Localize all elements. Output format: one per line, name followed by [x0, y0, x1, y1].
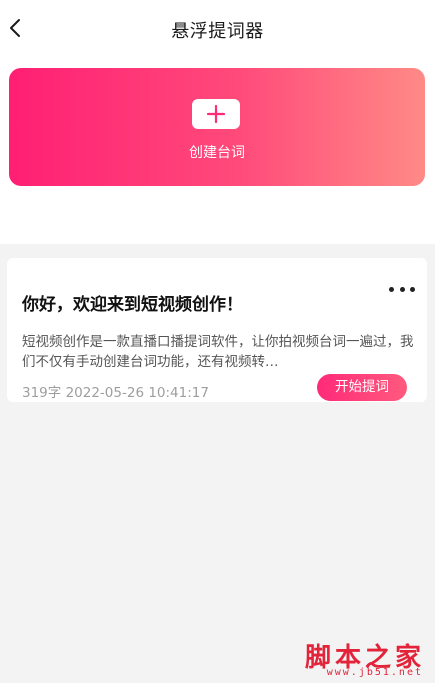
plus-icon-box — [192, 99, 240, 129]
more-horizontal-icon — [410, 286, 415, 292]
watermark-url: www.jb51.net — [326, 667, 423, 678]
more-horizontal-icon — [389, 286, 394, 292]
script-description: 短视频创作是一款直播口播提词软件，让你拍视频台词一遍过，我们不仅有手动创建台词功… — [22, 334, 414, 370]
plus-icon — [206, 104, 226, 124]
more-horizontal-icon — [399, 286, 405, 292]
more-options-button[interactable] — [389, 282, 415, 296]
page-title: 悬浮提词器 — [171, 21, 264, 42]
app-screen: 悬浮提词器 创建台词 你好，欢迎来到短视频创作！ 短视频创作是一款直播口播提词软… — [0, 0, 435, 683]
script-list: 你好，欢迎来到短视频创作！ 短视频创作是一款直播口播提词软件，让你拍视频台词一遍… — [0, 244, 435, 683]
script-card[interactable]: 你好，欢迎来到短视频创作！ 短视频创作是一款直播口播提词软件，让你拍视频台词一遍… — [7, 258, 427, 402]
word-count: 319字 — [22, 385, 62, 401]
timestamp: 2022-05-26 10:41:17 — [65, 385, 209, 401]
script-meta: 319字 2022-05-26 10:41:17 — [22, 381, 209, 401]
top-bar: 悬浮提词器 — [0, 0, 435, 58]
create-script-button[interactable]: 创建台词 — [9, 68, 425, 186]
script-title: 你好，欢迎来到短视频创作！ — [22, 295, 243, 315]
start-prompter-button[interactable]: 开始提词 — [317, 374, 407, 401]
create-script-label: 创建台词 — [189, 145, 245, 161]
